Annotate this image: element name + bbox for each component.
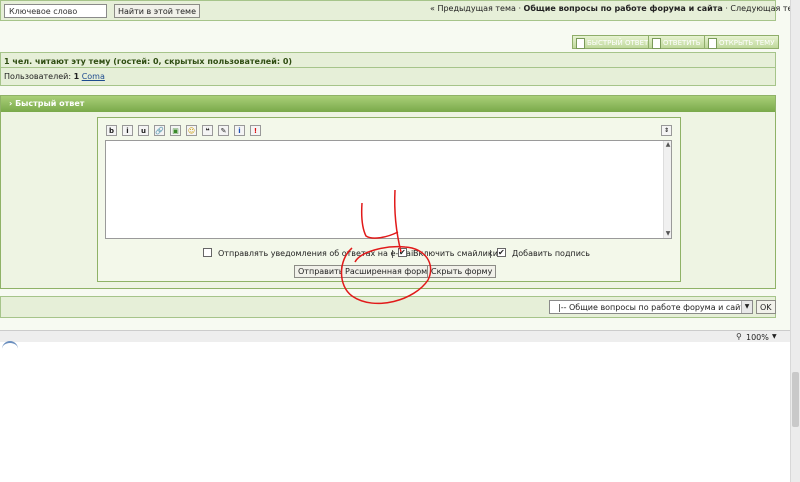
- annotation-stroke: [394, 189, 402, 253]
- annotation-stroke: [360, 202, 399, 239]
- red-annotation: [340, 189, 432, 305]
- annotation-circle: [340, 245, 432, 305]
